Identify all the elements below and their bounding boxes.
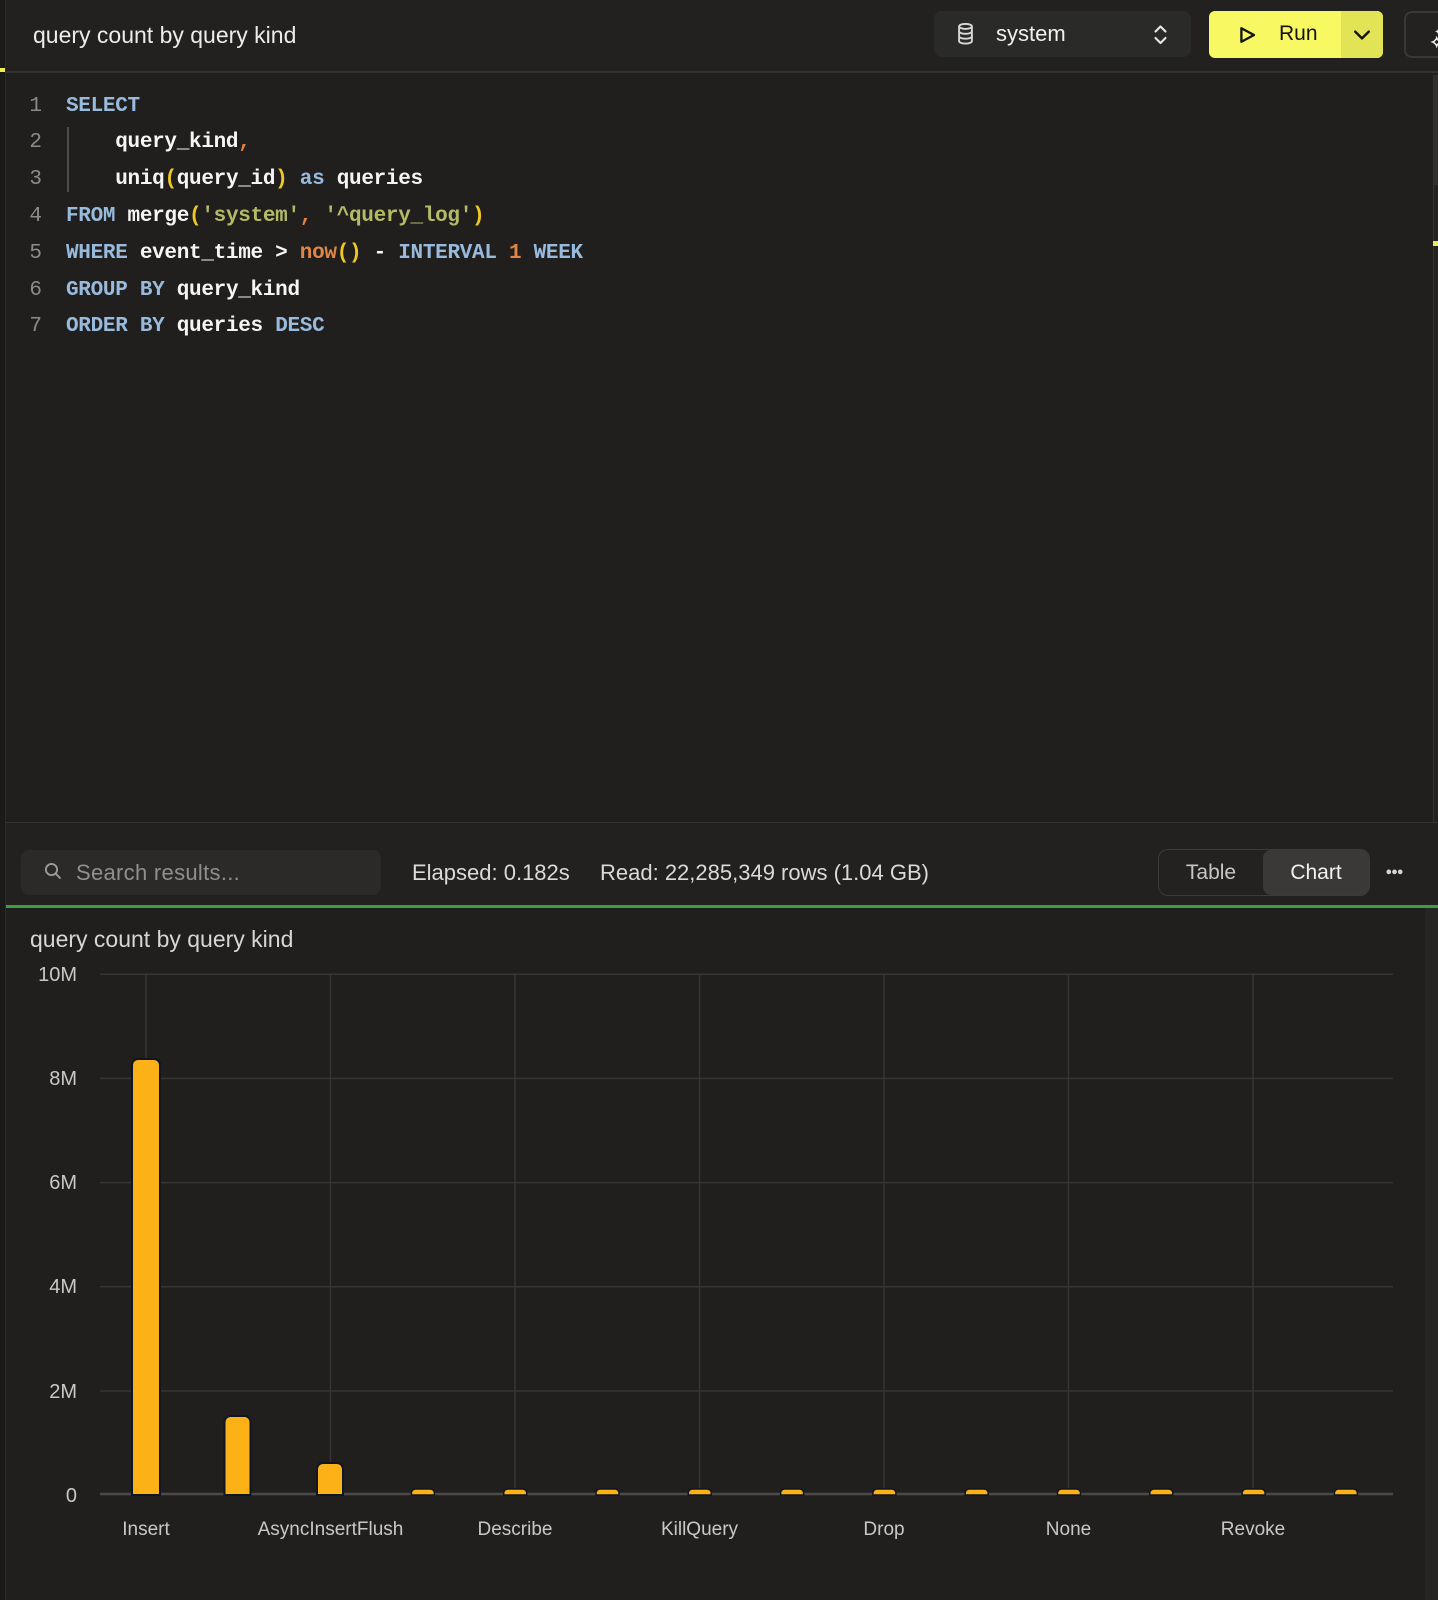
svg-text:2M: 2M	[49, 1381, 77, 1403]
svg-text:4M: 4M	[49, 1276, 77, 1298]
svg-text:Revoke: Revoke	[1221, 1519, 1285, 1540]
svg-text:6M: 6M	[49, 1172, 77, 1194]
svg-text:0: 0	[66, 1485, 77, 1507]
svg-text:None: None	[1046, 1519, 1091, 1540]
svg-text:Describe: Describe	[478, 1519, 553, 1540]
svg-text:8M: 8M	[49, 1068, 77, 1090]
svg-text:KillQuery: KillQuery	[661, 1519, 739, 1540]
svg-text:AsyncInsertFlush: AsyncInsertFlush	[258, 1519, 404, 1540]
svg-text:Drop: Drop	[863, 1519, 904, 1540]
svg-text:10M: 10M	[38, 964, 77, 986]
svg-text:Insert: Insert	[122, 1519, 170, 1540]
